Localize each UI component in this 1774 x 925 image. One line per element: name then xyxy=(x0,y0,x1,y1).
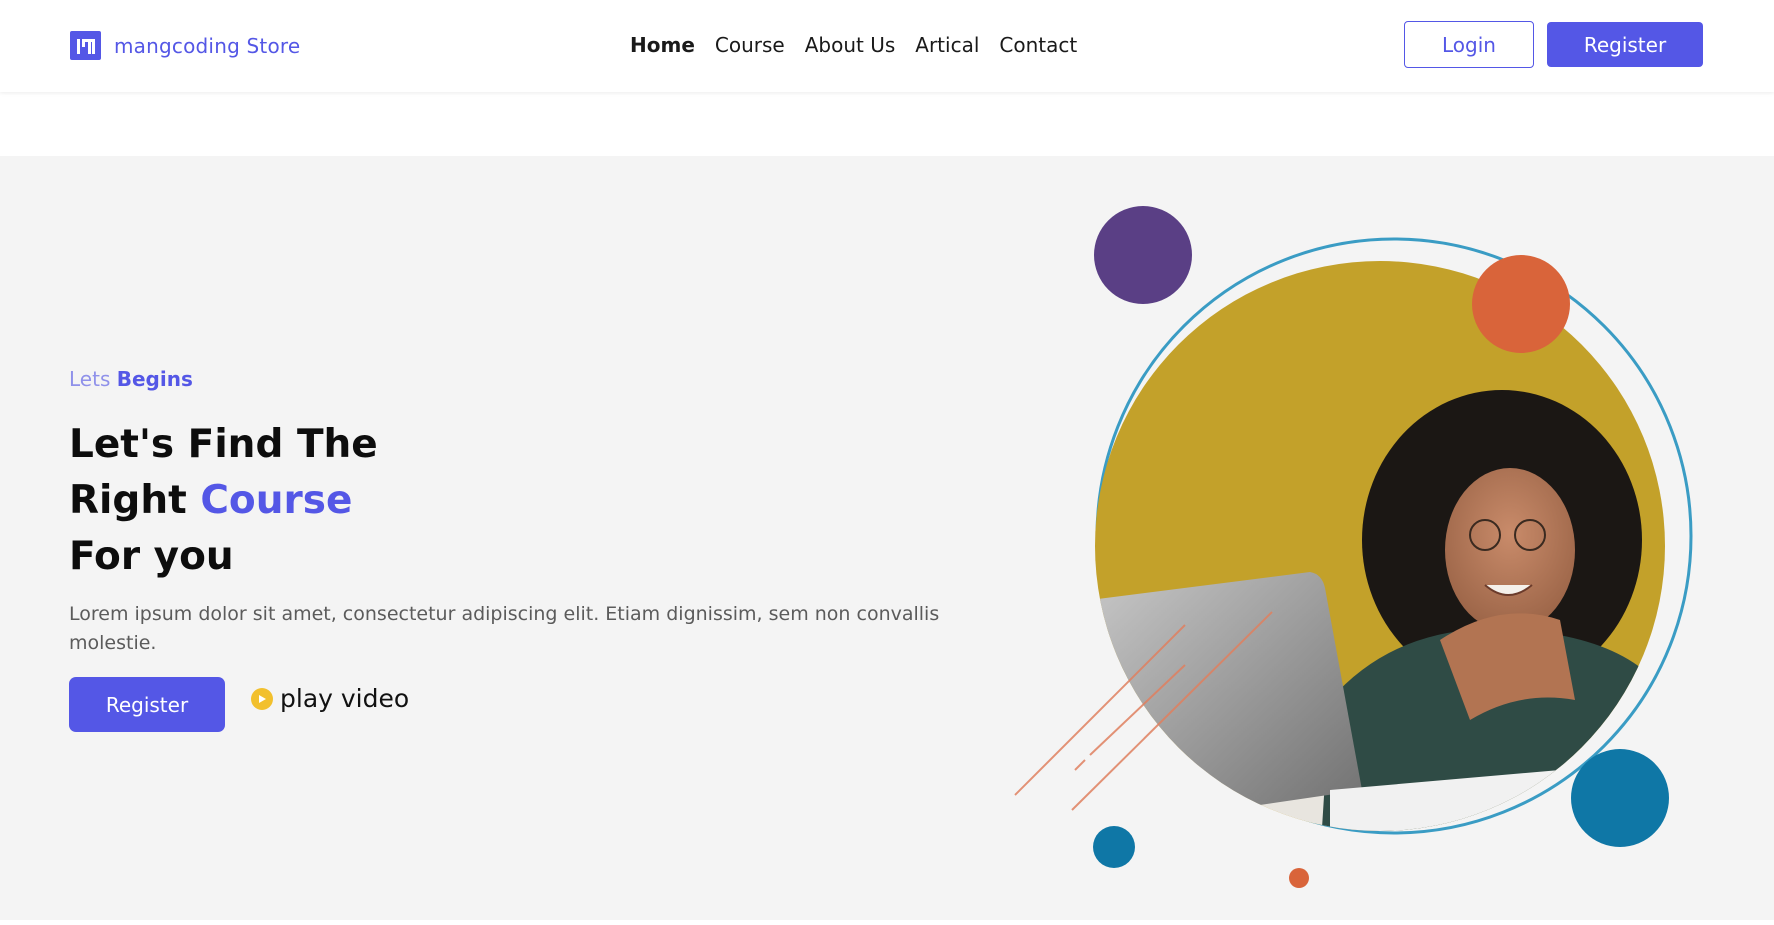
play-video-label: play video xyxy=(280,684,410,713)
headline-line-2-prefix: Right xyxy=(69,478,187,523)
brand-name: mangcoding Store xyxy=(114,33,301,58)
hero-headline: Let's Find The Right Course For you xyxy=(69,417,378,585)
register-button-hero[interactable]: Register xyxy=(69,677,225,732)
hero-section: Lets Begins Let's Find The Right Course … xyxy=(0,156,1774,920)
headline-line-3: For you xyxy=(69,534,234,579)
headline-line-2-accent: Course xyxy=(200,478,353,523)
register-button-header[interactable]: Register xyxy=(1547,22,1703,67)
brand-logo-icon xyxy=(70,31,101,60)
headline-line-2: Right Course xyxy=(69,473,378,529)
hero-tagline: Lets Begins xyxy=(69,367,193,391)
play-icon xyxy=(251,687,273,710)
hero-description: Lorem ipsum dolor sit amet, consectetur … xyxy=(69,603,940,654)
tagline-strong: Begins xyxy=(116,367,193,391)
nav-artical[interactable]: Artical xyxy=(915,33,979,57)
nav-home[interactable]: Home xyxy=(630,33,695,57)
headline-line-1: Let's Find The xyxy=(69,422,378,467)
tagline-light: Lets xyxy=(69,367,111,391)
play-video-link[interactable]: play video xyxy=(251,684,409,713)
top-navbar: mangcoding Store Home Course About Us Ar… xyxy=(0,0,1774,92)
nav-contact[interactable]: Contact xyxy=(999,33,1077,57)
nav-course[interactable]: Course xyxy=(715,33,785,57)
brand[interactable]: mangcoding Store xyxy=(70,31,300,60)
login-button[interactable]: Login xyxy=(1404,21,1534,68)
main-nav: Home Course About Us Artical Contact xyxy=(630,33,1077,57)
nav-about-us[interactable]: About Us xyxy=(805,33,896,57)
